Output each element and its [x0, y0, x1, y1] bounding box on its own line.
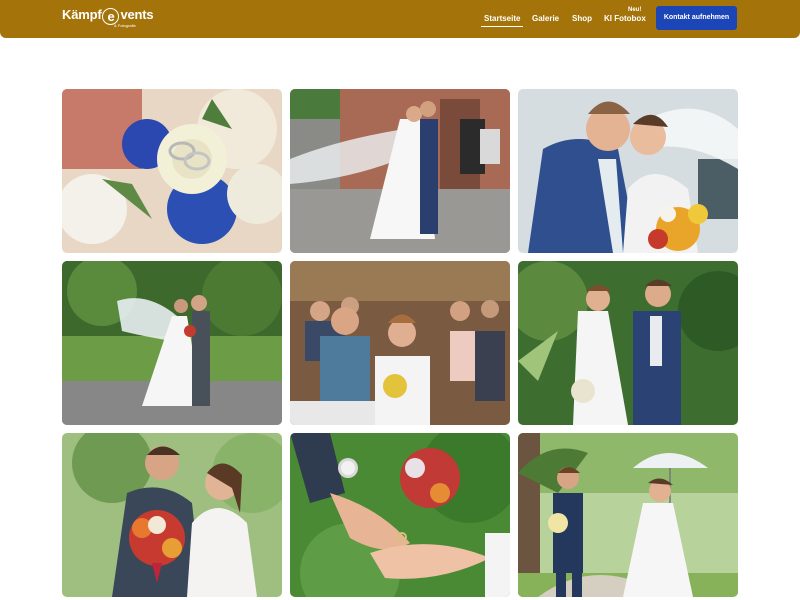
- church-guests-image: [290, 261, 510, 425]
- sunflower-kiss-image: [518, 89, 738, 253]
- gallery-photo-church-guests[interactable]: [290, 261, 510, 425]
- garden-walk-image: [518, 261, 738, 425]
- gallery-photo-rings-bouquet[interactable]: [62, 89, 282, 253]
- red-bouquet-image: [62, 433, 282, 597]
- gallery-photo-red-bouquet[interactable]: [62, 433, 282, 597]
- gallery-photo-umbrella-run[interactable]: [518, 433, 738, 597]
- logo-wordmark: Kämpf e vents: [62, 7, 154, 25]
- hands-rings-image: [290, 433, 510, 597]
- nav-item-startseite[interactable]: Startseite: [480, 14, 524, 27]
- contact-button[interactable]: Kontakt aufnehmen: [656, 6, 737, 30]
- gallery-photo-hands-rings[interactable]: [290, 433, 510, 597]
- new-badge: Neu!: [628, 7, 642, 13]
- nav-item-shop[interactable]: Shop: [572, 14, 592, 23]
- park-veil-image: [62, 261, 282, 425]
- gallery-photo-park-veil[interactable]: [62, 261, 282, 425]
- nav-item-galerie[interactable]: Galerie: [532, 14, 559, 23]
- umbrella-run-image: [518, 433, 738, 597]
- logo-tagline: & Fotografie: [114, 23, 136, 28]
- nav-item-ki-fotobox[interactable]: KI Fotobox: [604, 14, 646, 23]
- gallery-photo-garden-walk[interactable]: [518, 261, 738, 425]
- header-bar: Kämpf e vents & Fotografie Startseite Gale…: [0, 0, 800, 38]
- photo-gallery: [62, 89, 738, 598]
- logo[interactable]: Kämpf e vents & Fotografie: [62, 7, 154, 29]
- gallery-photo-sunflower-kiss[interactable]: [518, 89, 738, 253]
- gallery-photo-veil-kiss[interactable]: [290, 89, 510, 253]
- veil-kiss-image: [290, 89, 510, 253]
- rings-bouquet-image: [62, 89, 282, 253]
